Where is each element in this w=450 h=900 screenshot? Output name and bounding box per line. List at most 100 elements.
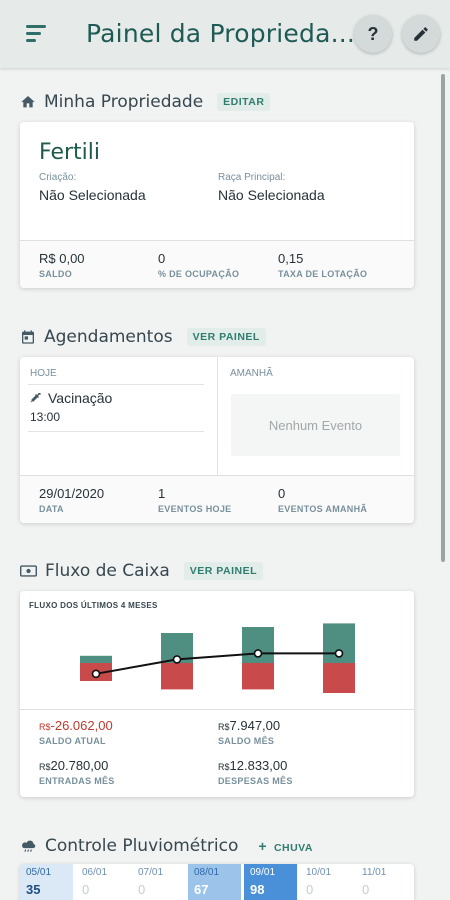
rain-day-date: 08/01 — [194, 867, 220, 878]
rain-day-date: 06/01 — [82, 867, 108, 878]
events-tomorrow-label: EVENTOS AMANHÃ — [278, 504, 368, 514]
cashflow-chart-title: FLUXO DOS ÚLTIMOS 4 MESES — [29, 601, 158, 610]
date-value: 29/01/2020 — [39, 486, 105, 501]
events-today-label: EVENTOS HOJE — [158, 504, 232, 514]
property-section-header: Minha Propriedade EDITAR — [20, 92, 271, 112]
net-balance-point — [253, 649, 263, 658]
property-name: Fertili — [39, 140, 100, 165]
main-content: Minha Propriedade EDITAR Fertili Criação… — [0, 68, 450, 900]
menu-icon[interactable] — [26, 22, 48, 44]
rain-day[interactable]: 10/01 0 — [300, 864, 353, 900]
current-balance-currency: R$ — [39, 722, 51, 732]
cloud-rain-icon — [22, 840, 36, 852]
help-icon: ? — [367, 23, 379, 44]
plus-icon: + — [258, 838, 268, 854]
rain-card[interactable]: 05/01 35 06/01 0 07/01 0 08/01 67 09/01 98 10/01 0 1… — [20, 864, 414, 900]
edit-property-button[interactable]: EDITAR — [217, 93, 271, 111]
today-event-name: Vacinação — [48, 390, 113, 406]
creation-label: Criação: — [39, 172, 77, 183]
net-balance-point — [172, 655, 182, 664]
schedule-card[interactable]: HOJE Vacinação 13:00 AMANHÃ Nenhum Event… — [20, 357, 414, 523]
scrollbar[interactable] — [441, 74, 445, 562]
cashflow-section-title: Fluxo de Caixa — [45, 561, 170, 581]
today-event-item[interactable]: Vacinação — [30, 390, 112, 406]
current-balance-stat: R$-26.062,00 SALDO ATUAL — [39, 718, 113, 746]
month-expenses-stat: R$12.833,00 DESPESAS MÊS — [218, 758, 293, 786]
events-today-stat: 1 EVENTOS HOJE — [158, 486, 231, 514]
today-event-time: 13:00 — [30, 410, 61, 424]
month-balance-stat: R$7.947,00 SALDO MÊS — [218, 718, 280, 746]
month-expenses-label: DESPESAS MÊS — [218, 776, 293, 786]
breed-value: Não Selecionada — [218, 187, 325, 203]
rain-day-date: 07/01 — [138, 867, 164, 878]
rain-day[interactable]: 09/01 98 — [244, 864, 297, 900]
cashflow-view-panel-button[interactable]: VER PAINEL — [183, 562, 263, 580]
occupancy-value: 0 — [158, 251, 166, 266]
add-rain-label: CHUVA — [273, 842, 313, 854]
tomorrow-column-label: AMANHÃ — [230, 368, 273, 379]
expense-bar — [161, 663, 193, 690]
schedule-view-panel-button[interactable]: VER PAINEL — [186, 328, 266, 346]
rain-day-date: 09/01 — [250, 867, 276, 878]
rain-section-header: Controle Pluviométrico + CHUVA — [20, 835, 319, 857]
occupancy-stat: 0 % DE OCUPAÇÃO — [158, 251, 239, 279]
schedule-stats-bar: 29/01/2020 DATA 1 EVENTOS HOJE 0 EVENTOS… — [20, 475, 414, 523]
add-rain-button[interactable]: + CHUVA — [252, 835, 319, 857]
rain-day[interactable]: 08/01 67 — [188, 864, 241, 900]
cashflow-chart — [80, 623, 355, 693]
rain-day-date: 05/01 — [26, 867, 52, 878]
month-income-stat: R$20.780,00 ENTRADAS MÊS — [39, 758, 115, 786]
money-icon — [20, 565, 37, 577]
month-expenses-value: 12.833,00 — [229, 758, 288, 773]
month-balance-value: 7.947,00 — [229, 718, 281, 733]
column-divider — [217, 357, 218, 475]
today-column-label: HOJE — [30, 368, 57, 379]
net-balance-line — [95, 652, 339, 675]
help-button[interactable]: ? — [354, 15, 392, 53]
rain-day[interactable]: 11/01 0 — [356, 864, 409, 900]
schedule-section-title: Agendamentos — [44, 327, 173, 347]
rain-day-value: 0 — [138, 882, 146, 897]
balance-label: SALDO — [39, 269, 72, 279]
rain-day-date: 11/01 — [362, 867, 387, 878]
rain-day-value: 67 — [194, 882, 209, 897]
syringe-icon — [30, 393, 41, 403]
rain-day-date: 10/01 — [306, 867, 332, 878]
occupancy-label: % DE OCUPAÇÃO — [158, 269, 240, 279]
edit-button[interactable] — [402, 15, 440, 53]
divider — [28, 431, 204, 432]
property-stats-bar: R$ 0,00 SALDO 0 % DE OCUPAÇÃO 0,15 TAXA … — [20, 240, 414, 288]
month-balance-currency: R$ — [218, 722, 230, 732]
app-bar: Painel da Proprieda... ? — [0, 0, 450, 68]
events-tomorrow-stat: 0 EVENTOS AMANHÃ — [278, 486, 367, 514]
cashflow-section-header: Fluxo de Caixa VER PAINEL — [20, 561, 263, 581]
rain-days-strip: 05/01 35 06/01 0 07/01 0 08/01 67 09/01 98 10/01 0 1… — [20, 864, 414, 900]
income-bar — [80, 655, 112, 663]
expense-bar — [323, 663, 355, 693]
current-balance-label: SALDO ATUAL — [39, 736, 106, 746]
rain-day-value: 35 — [26, 882, 41, 897]
rain-day-value: 0 — [362, 882, 370, 897]
schedule-section-header: Agendamentos VER PAINEL — [20, 327, 266, 347]
rain-day[interactable]: 07/01 0 — [132, 864, 185, 900]
cashflow-card[interactable]: FLUXO DOS ÚLTIMOS 4 MESES R$-26.062,00 S… — [20, 591, 414, 797]
balance-value: R$ 0,00 — [39, 251, 85, 266]
date-stat: 29/01/2020 DATA — [39, 486, 104, 514]
month-expenses-currency: R$ — [218, 762, 230, 772]
property-card[interactable]: Fertili Criação: Não Selecionada Raça Pr… — [20, 122, 414, 288]
rain-day[interactable]: 05/01 35 — [20, 864, 73, 900]
month-income-label: ENTRADAS MÊS — [39, 776, 115, 786]
calendar-icon — [22, 330, 34, 344]
rain-day-value: 98 — [250, 882, 265, 897]
divider — [20, 709, 414, 710]
stocking-rate-value: 0,15 — [278, 251, 304, 266]
date-label: DATA — [39, 504, 64, 514]
month-income-value: 20.780,00 — [50, 758, 109, 773]
stocking-rate-stat: 0,15 TAXA DE LOTAÇÃO — [278, 251, 367, 279]
no-event-placeholder: Nenhum Evento — [231, 394, 400, 456]
creation-value: Não Selecionada — [39, 187, 146, 203]
events-tomorrow-value: 0 — [278, 486, 286, 501]
rain-day[interactable]: 06/01 0 — [76, 864, 129, 900]
rain-day-value: 0 — [82, 882, 90, 897]
expense-bar — [242, 663, 274, 690]
